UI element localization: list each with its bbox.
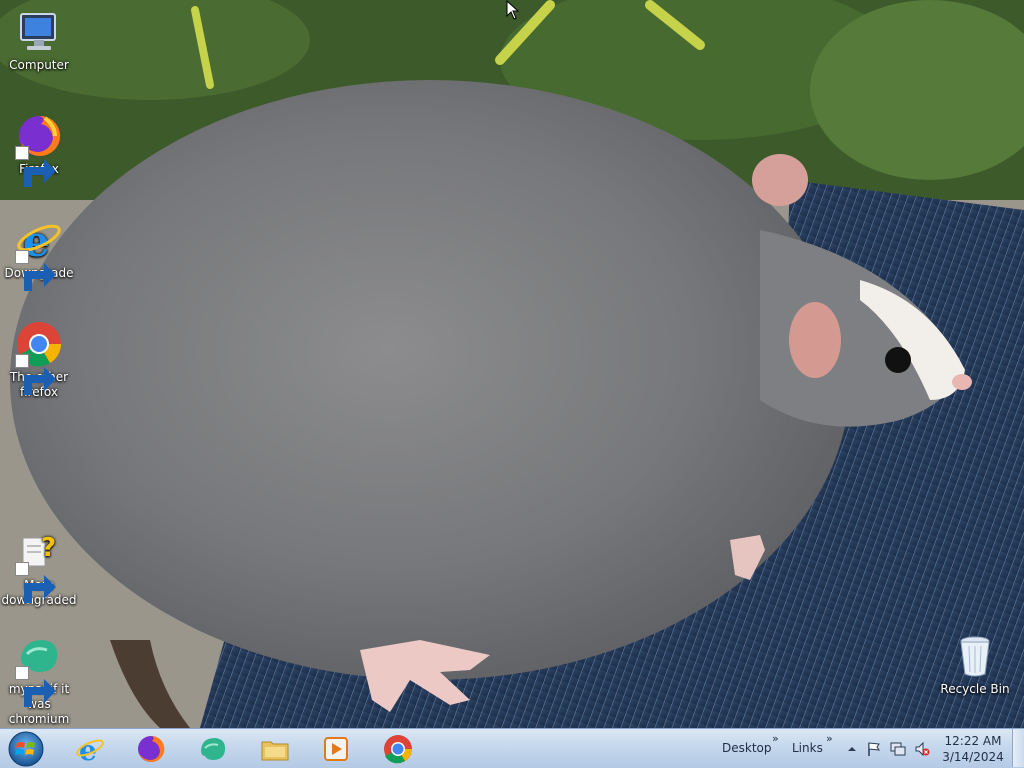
show-hidden-icons-icon[interactable] (844, 741, 860, 757)
svg-text:?: ? (41, 533, 56, 563)
shortcut-arrow-icon (15, 666, 56, 707)
desktop-toolbar[interactable]: Desktop (722, 741, 772, 755)
taskbar-mypal[interactable] (187, 731, 239, 767)
desktop-icon-label: Computer (9, 58, 69, 72)
media-player-icon (324, 737, 348, 761)
computer-icon (15, 8, 63, 56)
start-button[interactable] (6, 730, 46, 768)
mouse-cursor-icon (506, 0, 520, 20)
shortcut-arrow-icon (15, 146, 56, 187)
windows-orb-icon (8, 731, 44, 767)
taskbar-file-explorer[interactable] (249, 731, 301, 767)
network-icon[interactable] (890, 741, 906, 757)
mypal-icon (15, 632, 63, 707)
clock-time: 12:22 AM (944, 734, 1002, 748)
mypal-icon (201, 738, 226, 760)
clock-date: 3/14/2024 (942, 750, 1004, 764)
chrome-icon (384, 735, 412, 764)
help-document-icon: ? (15, 528, 63, 603)
recycle-bin-icon (951, 632, 999, 680)
file-explorer-icon (261, 741, 289, 761)
shortcut-arrow-icon (15, 354, 56, 395)
desktop-icon-downgrade[interactable]: e Downgrade (0, 216, 78, 291)
desktop-icon-other-firefox[interactable]: The other firefox (0, 320, 78, 400)
firefox-icon (15, 112, 63, 187)
desktop-icon-firefox[interactable]: Firefox (0, 112, 78, 187)
internet-explorer-icon: e (76, 734, 104, 765)
svg-text:e: e (79, 734, 97, 765)
taskbar-media-player[interactable] (310, 731, 362, 767)
desktop-toolbar-chevron-icon[interactable]: » (772, 732, 779, 745)
show-desktop-button[interactable] (1012, 729, 1024, 767)
desktop-wallpaper (0, 0, 1024, 728)
internet-explorer-icon: e (15, 216, 63, 291)
volume-muted-icon[interactable] (914, 741, 930, 757)
desktop-icon-label: Recycle Bin (940, 682, 1010, 696)
system-clock[interactable]: 12:22 AM 3/14/2024 (938, 733, 1008, 765)
desktop-icon-mypal[interactable]: mypal if it was chromium (0, 632, 78, 727)
shortcut-arrow-icon (15, 250, 56, 291)
chrome-icon (15, 320, 63, 395)
taskbar-firefox[interactable] (125, 731, 177, 767)
links-toolbar-chevron-icon[interactable]: » (826, 732, 833, 745)
desktop-icon-more-downgraded[interactable]: ? More downgraded (0, 528, 78, 608)
action-center-flag-icon[interactable] (866, 741, 882, 757)
taskbar-internet-explorer[interactable]: e (64, 731, 116, 767)
desktop-icon-computer[interactable]: Computer (0, 8, 78, 73)
taskbar: e Desktop » Links » 12:22 AM 3/14/2024 (0, 728, 1024, 768)
desktop-icon-recycle-bin[interactable]: Recycle Bin (936, 632, 1014, 697)
taskbar-chrome[interactable] (372, 731, 424, 767)
shortcut-arrow-icon (15, 562, 56, 603)
links-toolbar[interactable]: Links (792, 741, 823, 755)
firefox-icon (138, 735, 165, 762)
rat-wallpaper-image (0, 0, 1024, 728)
